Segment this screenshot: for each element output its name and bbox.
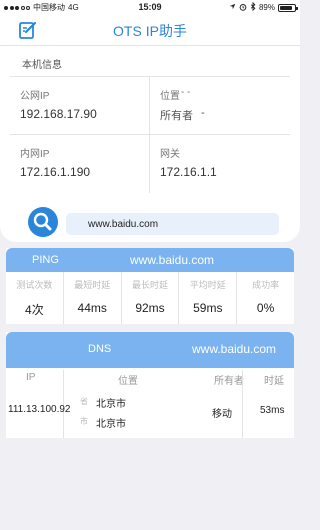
location-label: 位置	[160, 91, 180, 102]
dns-host: www.baidu.com	[192, 342, 277, 356]
private-ip-cell: 内网IP 172.16.1.190	[10, 135, 150, 193]
page-title: OTS IP助手	[113, 23, 187, 39]
search-icon	[33, 212, 52, 231]
ping-stat-label: 成功率	[252, 280, 280, 290]
section-title: 本机信息	[22, 60, 62, 71]
ping-stat: 平均时延 59ms	[179, 272, 238, 324]
ping-stat: 最长时延 92ms	[122, 272, 180, 324]
status-bar: 中国移动 4G 15:09 89%	[0, 0, 300, 14]
local-info-card: OTS IP助手 本机信息 公网IP 192.168.17.90 位置 - - …	[0, 14, 300, 242]
battery-icon	[278, 3, 298, 12]
dns-col-ip: IP	[26, 372, 36, 383]
ping-stat-label: 最长时延	[131, 280, 168, 290]
ping-stat-value: 0%	[256, 301, 275, 315]
location-arrow-icon	[229, 3, 236, 12]
ping-stat-value: 4次	[25, 303, 44, 317]
bluetooth-icon	[250, 1, 256, 13]
public-ip-value: 192.168.17.90	[20, 107, 97, 121]
ping-stat-value: 59ms	[193, 301, 223, 315]
owner-value: -	[201, 107, 205, 119]
gateway-cell: 网关 172.16.1.1	[150, 135, 290, 193]
ping-stat-label: 平均时延	[189, 280, 226, 290]
ping-host: www.baidu.com	[130, 253, 215, 267]
dns-title: DNS	[88, 343, 112, 355]
search-input[interactable]	[66, 213, 279, 235]
dns-col-location: 位置	[118, 376, 138, 387]
private-ip-label: 内网IP	[20, 149, 50, 160]
dns-col-owner: 所有者	[214, 376, 244, 387]
location-value: - -	[181, 87, 191, 98]
alarm-icon	[239, 3, 247, 13]
ping-stat-label: 最短时延	[74, 280, 111, 290]
divider	[242, 370, 243, 438]
ping-stat-label: 测试次数	[16, 280, 53, 290]
dns-col-latency: 时延	[264, 376, 284, 387]
owner-label: 所有者	[160, 110, 193, 122]
ping-stat: 最短时延 44ms	[64, 272, 122, 324]
info-grid: 公网IP 192.168.17.90 位置 - - 所有者 - 内网IP 172…	[10, 76, 290, 193]
private-ip-value: 172.16.1.190	[20, 165, 91, 179]
ping-stat: 成功率 0%	[237, 272, 294, 324]
dns-panel: DNS www.baidu.com IP 位置 所有者 时延 111.13.10…	[6, 332, 294, 438]
gateway-value: 172.16.1.1	[160, 165, 217, 179]
ping-title: PING	[32, 254, 59, 266]
public-ip-label: 公网IP	[20, 91, 50, 102]
city-label: 市	[80, 417, 88, 426]
gateway-label: 网关	[160, 149, 180, 160]
ping-panel: PING www.baidu.com 测试次数 4次 最短时延 44ms 最长时…	[6, 248, 294, 324]
ping-header: PING www.baidu.com	[6, 248, 294, 272]
dns-header: DNS www.baidu.com	[6, 332, 294, 368]
dns-ip-value: 111.13.100.92	[8, 404, 71, 415]
ping-stat: 测试次数 4次	[6, 272, 64, 324]
dns-owner-value: 移动	[212, 409, 232, 420]
dns-latency-value: 53ms	[260, 405, 285, 416]
city-value: 北京市	[96, 419, 126, 430]
nav-bar: OTS IP助手	[0, 14, 300, 46]
search-button[interactable]	[28, 207, 58, 237]
battery-percent: 89%	[258, 3, 275, 12]
public-ip-cell: 公网IP 192.168.17.90	[10, 77, 150, 135]
province-value: 北京市	[96, 399, 126, 410]
ping-stat-value: 92ms	[135, 301, 165, 315]
province-label: 省	[80, 397, 88, 406]
ping-stat-value: 44ms	[77, 301, 107, 315]
location-owner-cell: 位置 - - 所有者 -	[150, 77, 290, 135]
